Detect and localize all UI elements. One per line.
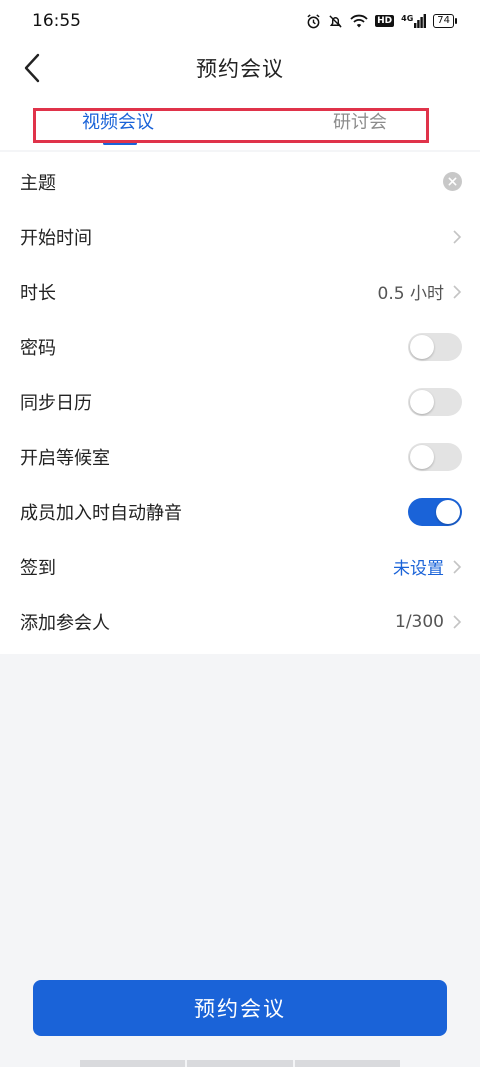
duration-value: 0.5 小时 xyxy=(377,284,444,304)
start-time-row[interactable]: 开始时间 xyxy=(0,209,480,264)
toggle-knob xyxy=(436,499,460,524)
navigation-bar xyxy=(80,1060,400,1067)
toggle-knob xyxy=(410,334,434,359)
back-button[interactable] xyxy=(14,50,50,86)
hd-icon: HD xyxy=(375,15,395,27)
check-in-label: 签到 xyxy=(20,557,56,579)
clear-icon[interactable] xyxy=(443,172,462,191)
auto-mute-row: 成员加入时自动静音 xyxy=(0,484,480,539)
schedule-meeting-button[interactable]: 预约会议 xyxy=(33,980,447,1036)
status-icons: HD 4G 74 xyxy=(306,13,457,29)
topic-row[interactable]: 主题 xyxy=(0,154,480,209)
password-label: 密码 xyxy=(20,337,56,359)
start-time-label: 开始时间 xyxy=(20,227,92,249)
toggle-knob xyxy=(410,444,434,469)
add-participants-row[interactable]: 添加参会人 1/300 xyxy=(0,594,480,649)
nav-segment xyxy=(294,1060,400,1067)
chevron-right-icon xyxy=(453,614,462,629)
page-title: 预约会议 xyxy=(196,57,284,81)
sync-calendar-label: 同步日历 xyxy=(20,392,92,414)
status-time: 16:55 xyxy=(32,11,81,31)
check-in-value: 未设置 xyxy=(393,559,444,579)
network-label: 4G xyxy=(401,14,414,23)
mute-icon xyxy=(328,14,343,29)
status-bar: 16:55 HD 4G 74 xyxy=(0,0,480,42)
active-tab-indicator xyxy=(103,142,137,145)
chevron-right-icon xyxy=(453,229,462,244)
nav-segment xyxy=(187,1060,293,1067)
topic-label: 主题 xyxy=(20,172,56,194)
password-toggle[interactable] xyxy=(408,332,462,361)
check-in-row[interactable]: 签到 未设置 xyxy=(0,539,480,594)
duration-label: 时长 xyxy=(20,282,56,304)
tab-seminar[interactable]: 研讨会 xyxy=(333,108,387,134)
tab-video-meeting[interactable]: 视频会议 xyxy=(82,108,154,134)
password-row: 密码 xyxy=(0,319,480,374)
auto-mute-toggle[interactable] xyxy=(408,497,462,526)
chevron-right-icon xyxy=(453,284,462,299)
waiting-room-toggle[interactable] xyxy=(408,442,462,471)
duration-row[interactable]: 时长 0.5 小时 xyxy=(0,264,480,319)
meeting-type-tabs: 视频会议 研讨会 xyxy=(0,94,480,150)
waiting-room-row: 开启等候室 xyxy=(0,429,480,484)
chevron-left-icon xyxy=(24,53,40,83)
alarm-icon xyxy=(306,13,321,29)
sync-calendar-row: 同步日历 xyxy=(0,374,480,429)
battery-icon: 74 xyxy=(433,14,457,28)
waiting-room-label: 开启等候室 xyxy=(20,447,110,469)
page-header: 预约会议 xyxy=(0,42,480,94)
meeting-settings-list: 主题 开始时间 时长 0.5 小时 密码 同步日历 开启等候室 成员加入时自动静… xyxy=(0,152,480,654)
add-participants-label: 添加参会人 xyxy=(20,612,110,634)
toggle-knob xyxy=(410,389,434,414)
sync-calendar-toggle[interactable] xyxy=(408,387,462,416)
participants-count: 1/300 xyxy=(395,611,444,632)
auto-mute-label: 成员加入时自动静音 xyxy=(20,502,182,524)
nav-segment xyxy=(80,1060,186,1067)
chevron-right-icon xyxy=(453,559,462,574)
4g-signal-icon: 4G xyxy=(401,14,427,28)
wifi-icon xyxy=(350,14,368,28)
